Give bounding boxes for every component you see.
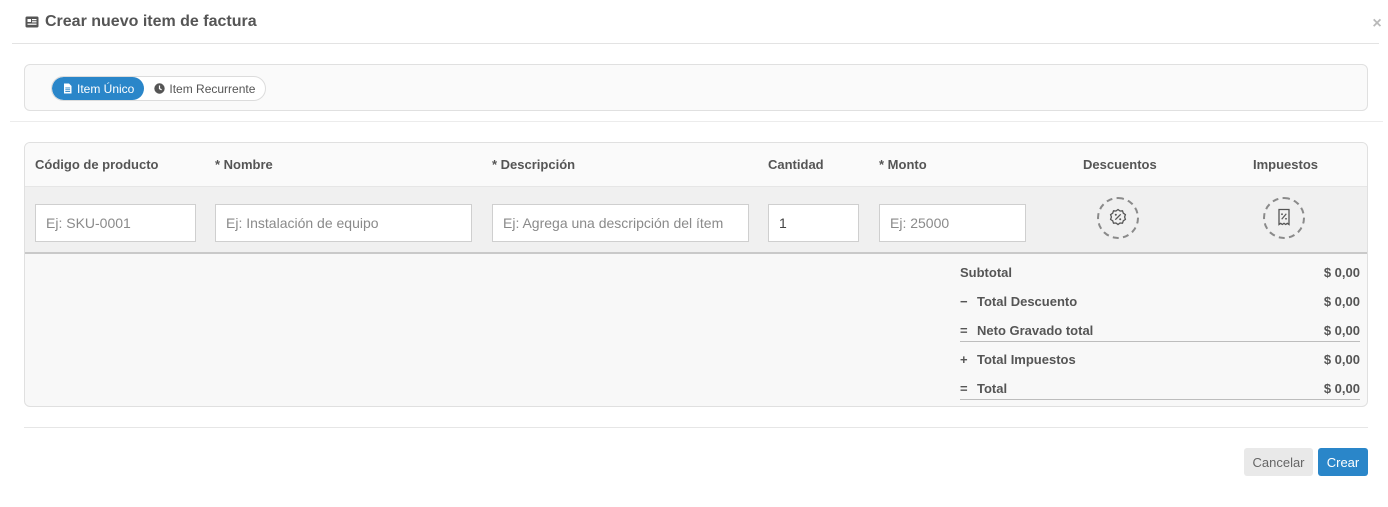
grand-total-label: Total <box>977 381 1008 396</box>
invoice-card-icon <box>25 15 39 29</box>
net-taxable-row: = Neto Gravado total $ 0,00 <box>960 316 1360 345</box>
total-taxes-row: + Total Impuestos $ 0,00 <box>960 345 1360 374</box>
column-header-amount: * Monto <box>879 157 927 172</box>
item-type-single-button[interactable]: Item Único <box>52 77 145 100</box>
table-header: Código de producto * Nombre * Descripció… <box>25 143 1367 187</box>
column-header-quantity: Cantidad <box>768 157 824 172</box>
minus-sign: − <box>960 294 968 309</box>
total-discount-label: Total Descuento <box>977 294 1078 309</box>
total-taxes-label: Total Impuestos <box>977 352 1076 367</box>
column-header-name: * Nombre <box>215 157 273 172</box>
clock-icon <box>154 83 166 94</box>
totals-summary: Subtotal $ 0,00 − Total Descuento $ 0,00… <box>960 258 1360 403</box>
item-type-single-label: Item Único <box>77 81 135 96</box>
create-invoice-item-modal: Crear nuevo item de factura × Item Único <box>0 0 1388 507</box>
add-tax-button[interactable] <box>1263 197 1305 239</box>
modal-header: Crear nuevo item de factura × <box>12 0 1382 44</box>
add-discount-button[interactable] <box>1097 197 1139 239</box>
table-row <box>25 187 1367 254</box>
subtotal-label: Subtotal <box>960 265 1012 280</box>
document-icon <box>62 83 73 94</box>
item-type-recurring-label: Item Recurrente <box>169 81 256 96</box>
column-header-description: * Descripción <box>492 157 576 172</box>
subtotal-row: Subtotal $ 0,00 <box>960 258 1360 287</box>
total-taxes-value: $ 0,00 <box>1323 352 1360 367</box>
divider <box>10 121 1383 122</box>
divider <box>24 427 1368 428</box>
net-taxable-value: $ 0,00 <box>1323 323 1360 338</box>
grand-total-value: $ 0,00 <box>1323 381 1360 396</box>
subtotal-value: $ 0,00 <box>1323 265 1360 280</box>
close-icon: × <box>1372 15 1382 32</box>
equals-sign: = <box>960 323 968 338</box>
column-header-discounts: Descuentos <box>1083 157 1157 172</box>
plus-sign: + <box>960 352 968 367</box>
column-header-code: Código de producto <box>35 157 159 172</box>
column-header-taxes: Impuestos <box>1253 157 1319 172</box>
grand-total-row: = Total $ 0,00 <box>960 374 1360 403</box>
close-button[interactable]: × <box>1369 16 1385 32</box>
cancel-button[interactable]: Cancelar <box>1244 448 1313 476</box>
item-type-panel: Item Único Item Recurrente <box>24 64 1368 111</box>
modal-title: Crear nuevo item de factura <box>45 12 257 30</box>
product-code-input[interactable] <box>35 204 196 242</box>
total-discount-row: − Total Descuento $ 0,00 <box>960 287 1360 316</box>
amount-input[interactable] <box>879 204 1026 242</box>
name-input[interactable] <box>215 204 472 242</box>
equals-sign: = <box>960 381 968 396</box>
item-type-toggle: Item Único Item Recurrente <box>51 76 267 101</box>
tax-receipt-icon <box>1276 208 1292 229</box>
item-table: Código de producto * Nombre * Descripció… <box>24 142 1368 407</box>
description-input[interactable] <box>492 204 749 242</box>
total-discount-value: $ 0,00 <box>1323 294 1360 309</box>
create-button[interactable]: Crear <box>1318 448 1368 476</box>
discount-percent-icon <box>1109 208 1127 229</box>
net-taxable-label: Neto Gravado total <box>977 323 1094 338</box>
quantity-input[interactable] <box>768 204 859 242</box>
item-type-recurring-button[interactable]: Item Recurrente <box>144 77 265 100</box>
